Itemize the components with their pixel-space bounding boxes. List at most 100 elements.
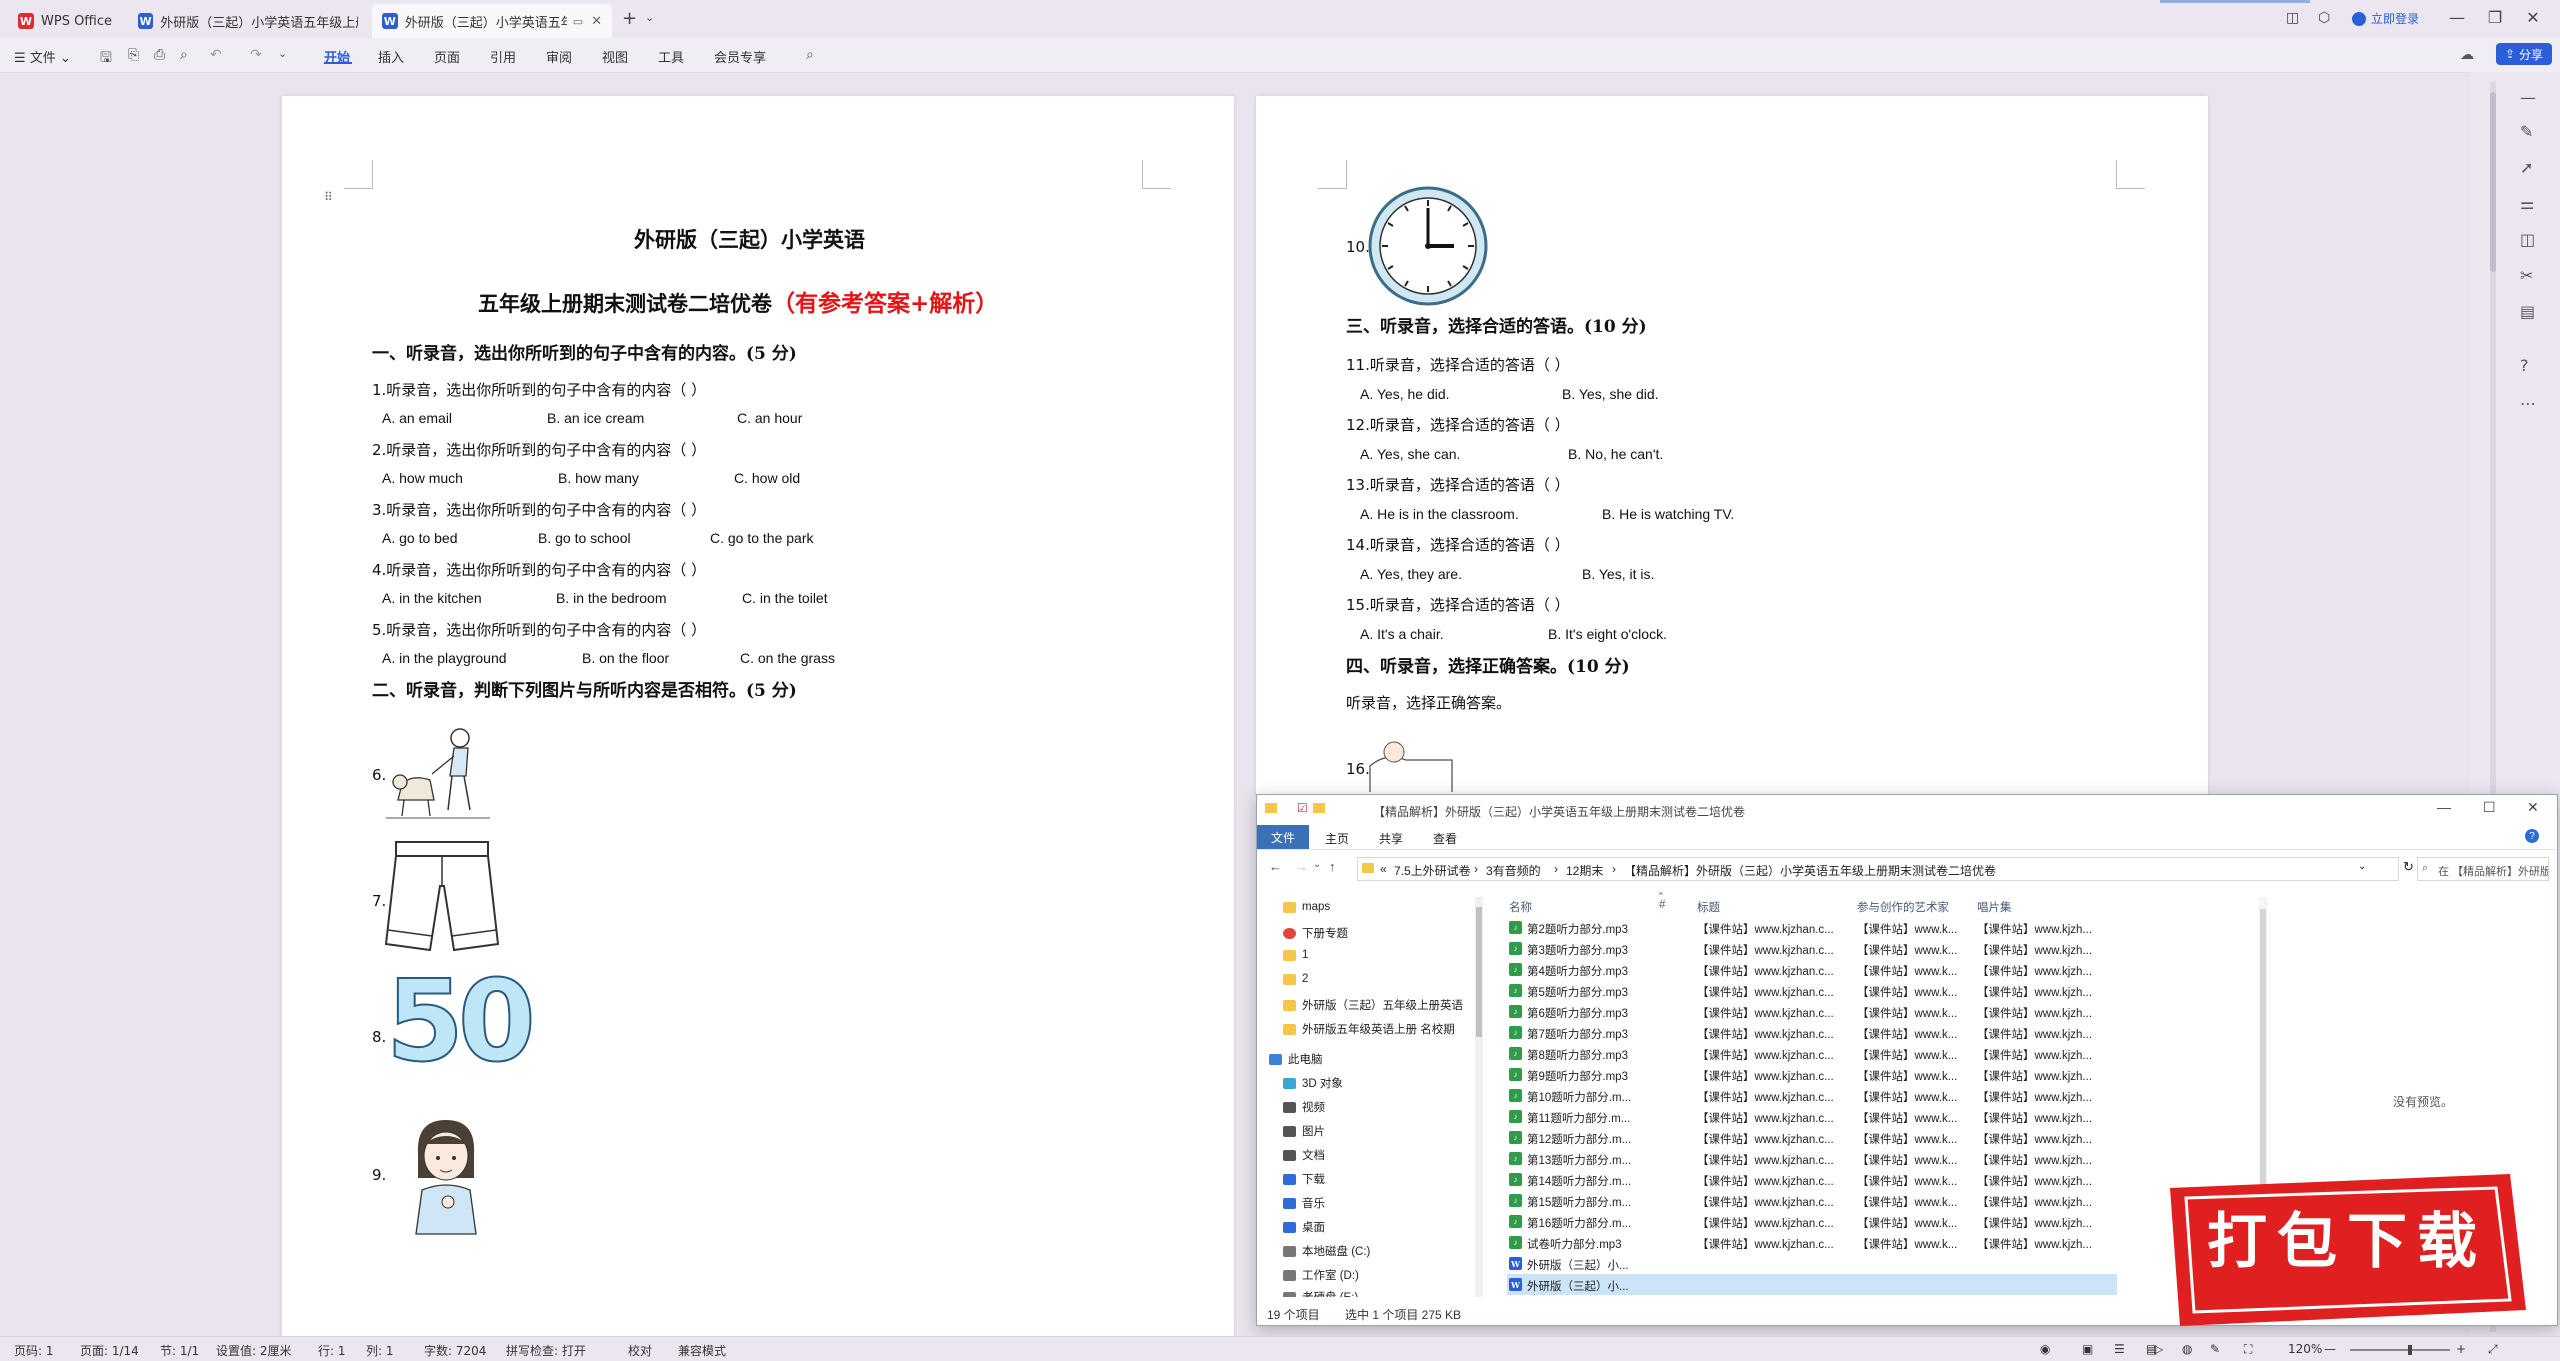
minimize-icon[interactable]: — <box>2437 799 2451 815</box>
login-button[interactable]: 立即登录 <box>2352 10 2419 27</box>
nav-scrollbar[interactable] <box>1475 897 1483 1297</box>
pen-icon[interactable]: ✎ <box>2210 1342 2220 1356</box>
file-row[interactable]: ♪ 第11题听力部分.m... 【课件站】www.kjzhan.c... 【课件站】w… <box>1507 1106 2117 1127</box>
help-icon[interactable]: ? <box>2520 356 2529 375</box>
nav-item-videos[interactable]: 视频 <box>1283 1099 1325 1115</box>
fit-page-icon[interactable]: ⛶ <box>2244 1342 2252 1357</box>
address-crumb[interactable]: 12期末 <box>1566 862 1603 879</box>
page-view-icon[interactable]: ▣ <box>2082 1342 2093 1356</box>
nav-item-folder[interactable]: 外研版（三起）五年级上册英语 <box>1283 997 1463 1013</box>
tab-document-2[interactable]: W 外研版（三起）小学英语五年级 ▭ ✕ <box>372 4 612 38</box>
nav-item-documents[interactable]: 文档 <box>1283 1147 1325 1163</box>
address-bar[interactable]: « 7.5上外研试卷 › 3有音频的 › 12期末 › 【精品解析】外研版（三起… <box>1357 857 2399 881</box>
refresh-icon[interactable]: ↻ <box>2403 859 2414 875</box>
tab-review[interactable]: 审阅 <box>546 47 572 66</box>
status-spell-check[interactable]: 拼写检查: 打开 <box>506 1342 586 1359</box>
zoom-slider-thumb[interactable] <box>2408 1345 2412 1355</box>
file-row[interactable]: W 外研版（三起）小... <box>1507 1274 2117 1295</box>
maximize-icon[interactable]: ❐ <box>2480 8 2510 27</box>
chevron-down-icon[interactable]: ⌄ <box>645 11 654 24</box>
nav-item-pictures[interactable]: 图片 <box>1283 1123 1325 1139</box>
tools-icon[interactable]: ✂ <box>2520 266 2533 285</box>
tab-reference[interactable]: 引用 <box>490 47 516 66</box>
maximize-icon[interactable]: ☐ <box>2483 799 2496 816</box>
menu-file-button[interactable]: ☰ 文件 ⌄ <box>14 47 71 66</box>
search-input[interactable]: ⌕ 在 【精品解析】外研版（三起）小学英语五年级上册... <box>2417 857 2549 881</box>
checkbox-icon[interactable]: ☑ <box>1297 801 1308 815</box>
nav-item-music[interactable]: 音乐 <box>1283 1195 1325 1211</box>
column-header-name[interactable]: 名称 <box>1509 899 1532 915</box>
pdf-icon[interactable]: ⎘ <box>128 47 139 63</box>
file-row[interactable]: ♪ 第3题听力部分.mp3 【课件站】www.kjzhan.c... 【课件站】www… <box>1507 938 2117 959</box>
nav-item-drive-c[interactable]: 本地磁盘 (C:) <box>1283 1243 1370 1259</box>
nav-item-this-pc[interactable]: 此电脑 <box>1269 1051 1323 1067</box>
scrollbar-thumb[interactable] <box>1476 907 1482 1037</box>
nav-item-folder[interactable]: 外研版五年级英语上册 名校期 <box>1283 1021 1455 1037</box>
sliders-icon[interactable]: ⚌ <box>2520 194 2534 213</box>
tab-tools[interactable]: 工具 <box>658 47 684 66</box>
play-icon[interactable]: ▷ <box>2154 1342 2163 1356</box>
scrollbar-thumb[interactable] <box>2490 92 2496 272</box>
file-row[interactable]: ♪ 第8题听力部分.mp3 【课件站】www.kjzhan.c... 【课件站】www… <box>1507 1043 2117 1064</box>
search-icon[interactable]: ⌕ <box>806 47 814 63</box>
nav-item-desktop[interactable]: 桌面 <box>1283 1219 1325 1235</box>
cube-icon[interactable]: ⬡ <box>2318 10 2330 26</box>
file-row[interactable]: ♪ 第14题听力部分.m... 【课件站】www.kjzhan.c... 【课件站】w… <box>1507 1169 2117 1190</box>
book-icon[interactable]: ▤ <box>2520 302 2535 321</box>
status-word-count[interactable]: 字数: 7204 <box>424 1342 486 1359</box>
download-badge[interactable]: 打包下载 <box>2160 1170 2530 1330</box>
nav-item-special[interactable]: 下册专题 <box>1283 925 1348 941</box>
minimize-icon[interactable]: — <box>2442 8 2472 27</box>
paint-icon[interactable]: ◫ <box>2520 230 2535 249</box>
file-row[interactable]: ♪ 第15题听力部分.m... 【课件站】www.kjzhan.c... 【课件站】w… <box>1507 1190 2117 1211</box>
zoom-slider[interactable] <box>2350 1345 2450 1355</box>
eye-icon[interactable]: ◉ <box>2040 1342 2050 1356</box>
fullscreen-icon[interactable]: ⤢ <box>2488 1342 2498 1357</box>
more-icon[interactable]: ⋯ <box>2520 394 2536 413</box>
up-arrow-icon[interactable]: ↑ <box>1329 859 1336 874</box>
zoom-out-icon[interactable]: — <box>2324 1342 2336 1356</box>
nav-item-drive-e[interactable]: 老硬盘 (E:) <box>1283 1289 1358 1297</box>
drag-handle-icon[interactable]: ⠿ <box>324 190 333 204</box>
status-pages[interactable]: 页面: 1/14 <box>80 1342 139 1359</box>
tab-insert[interactable]: 插入 <box>378 47 404 66</box>
document-page-2[interactable]: 10. 三、听录音，选择合适的答语。(10 分) 11.听录音，选择合适的答语（… <box>1256 96 2208 796</box>
file-row[interactable]: ♪ 第4题听力部分.mp3 【课件站】www.kjzhan.c... 【课件站】www… <box>1507 959 2117 980</box>
screen-icon[interactable]: ▭ <box>573 15 583 28</box>
close-window-icon[interactable]: ✕ <box>2527 799 2539 816</box>
pen-icon[interactable]: ✎ <box>2520 122 2533 141</box>
nav-item-2[interactable]: 2 <box>1283 973 1308 985</box>
chevron-down-icon[interactable]: ⌄ <box>278 47 287 60</box>
tab-wps-office[interactable]: W WPS Office <box>8 4 122 38</box>
nav-item-downloads[interactable]: 下载 <box>1283 1171 1325 1187</box>
file-row[interactable]: ♪ 第6题听力部分.mp3 【课件站】www.kjzhan.c... 【课件站】www… <box>1507 1001 2117 1022</box>
address-overflow[interactable]: « <box>1380 862 1387 876</box>
help-icon[interactable]: ? <box>2525 829 2539 843</box>
pointer-icon[interactable]: ➚ <box>2520 158 2533 177</box>
share-button[interactable]: ⇪ 分享 <box>2496 43 2552 65</box>
menu-home[interactable]: 主页 <box>1325 830 1349 847</box>
nav-item-1[interactable]: 1 <box>1283 949 1308 961</box>
nav-item-3d[interactable]: 3D 对象 <box>1283 1075 1343 1091</box>
nav-item-maps[interactable]: maps <box>1283 901 1330 913</box>
file-row[interactable]: ♪ 第10题听力部分.m... 【课件站】www.kjzhan.c... 【课件站】w… <box>1507 1085 2117 1106</box>
menu-view[interactable]: 查看 <box>1433 830 1457 847</box>
file-row[interactable]: ♪ 第16题听力部分.m... 【课件站】www.kjzhan.c... 【课件站】w… <box>1507 1211 2117 1232</box>
menu-share[interactable]: 共享 <box>1379 830 1403 847</box>
tab-page[interactable]: 页面 <box>434 47 460 66</box>
zoom-level[interactable]: 120% <box>2288 1342 2322 1356</box>
print-icon[interactable]: ⎙ <box>154 47 165 63</box>
save-icon[interactable]: 🖫 <box>100 47 112 71</box>
new-tab-icon[interactable]: + <box>622 8 637 29</box>
nav-item-drive-d[interactable]: 工作室 (D:) <box>1283 1267 1359 1283</box>
file-row[interactable]: ♪ 第2题听力部分.mp3 【课件站】www.kjzhan.c... 【课件站】www… <box>1507 917 2117 938</box>
zoom-in-icon[interactable]: + <box>2456 1342 2466 1356</box>
cloud-icon[interactable]: ☁ <box>2460 47 2474 63</box>
column-header-title[interactable]: 标题 <box>1697 899 1720 915</box>
list-view-icon[interactable]: ☰ <box>2114 1342 2125 1356</box>
column-header-number[interactable]: # <box>1659 899 1665 911</box>
undo-icon[interactable]: ↶ <box>210 47 222 63</box>
address-crumb-current[interactable]: 【精品解析】外研版（三起）小学英语五年级上册期末测试卷二培优卷 <box>1624 862 1996 879</box>
address-crumb[interactable]: 3有音频的 <box>1486 862 1541 879</box>
menu-file[interactable]: 文件 <box>1257 825 1309 849</box>
